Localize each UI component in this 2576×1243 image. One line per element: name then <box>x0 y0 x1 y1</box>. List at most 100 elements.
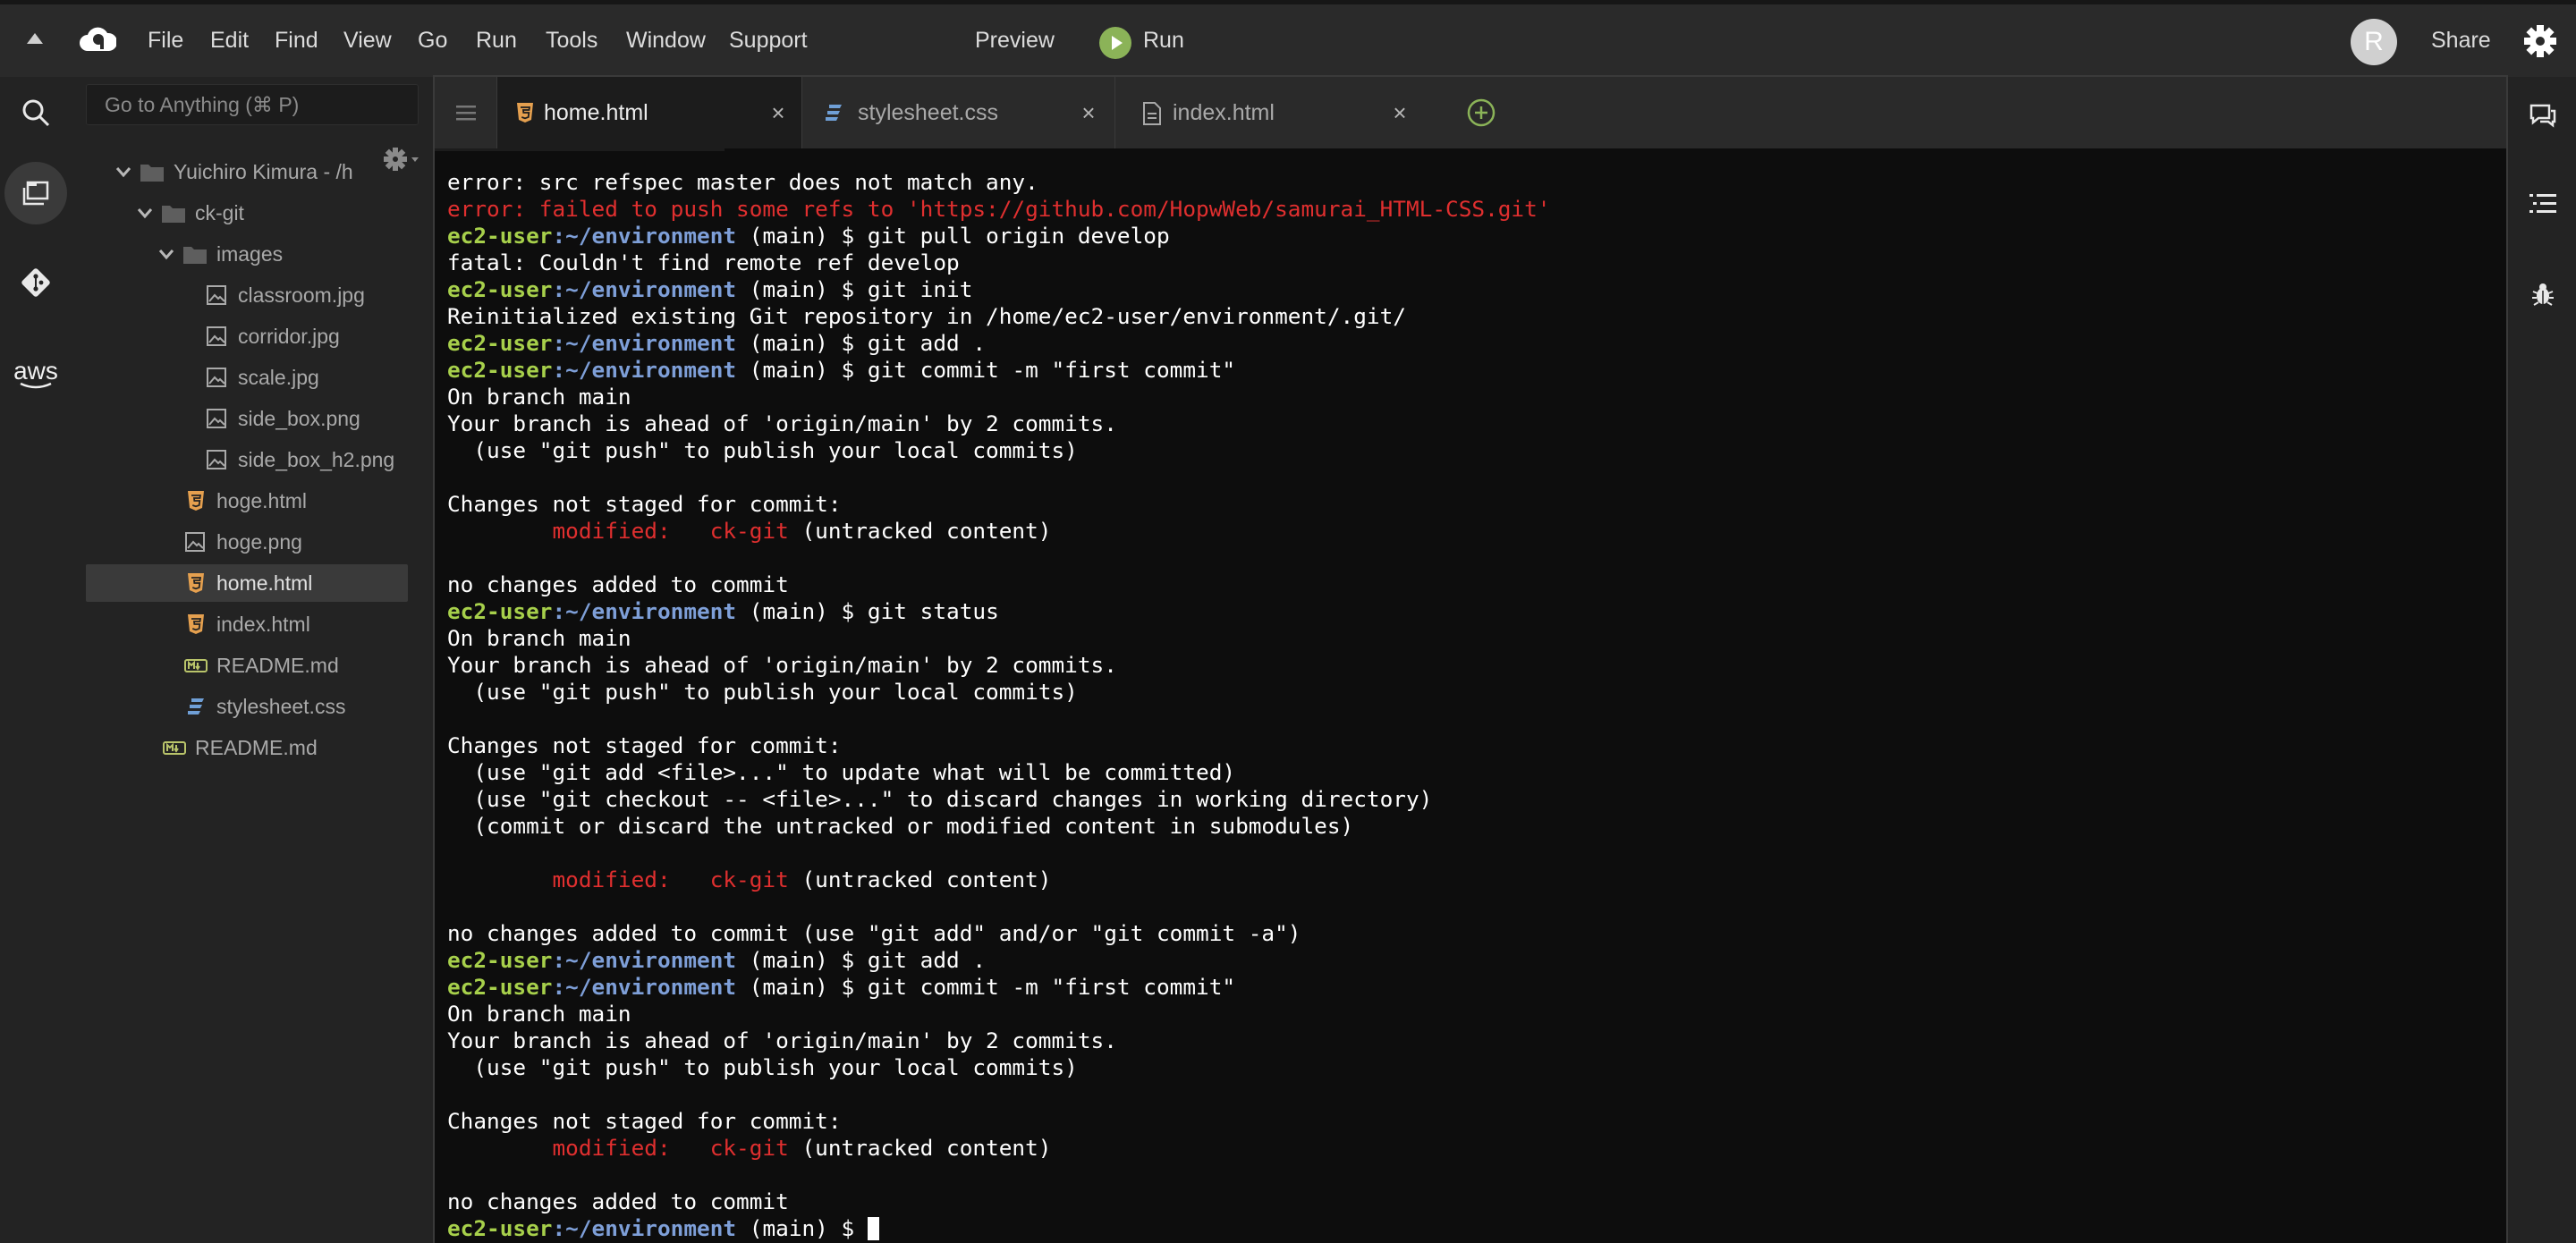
tab-stylesheet-css[interactable]: stylesheet.css × <box>801 77 1115 148</box>
file-icon <box>1142 102 1162 130</box>
source-control-icon[interactable] <box>0 247 72 318</box>
cloud9-logo-icon[interactable] <box>79 24 118 59</box>
terminal-line: fatal: Couldn't find remote ref develop <box>447 249 2496 276</box>
tree-item-corridor-jpg[interactable]: corridor.jpg <box>86 317 408 355</box>
prompt-command: (main) $ git commit -m "first commit" <box>736 974 1236 1000</box>
tree-item-label: scale.jpg <box>238 366 319 389</box>
prompt-command: (main) $ git commit -m "first commit" <box>736 357 1236 383</box>
tree-item-hoge-html[interactable]: hoge.html <box>86 482 408 520</box>
terminal-line: ec2-user:~/environment (main) $ git pull… <box>447 223 2496 249</box>
tree-item-hoge-png[interactable]: hoge.png <box>86 523 408 561</box>
menu-find[interactable]: Find <box>275 4 318 77</box>
tab-menu-icon[interactable] <box>435 77 497 148</box>
prompt-user: ec2-user <box>447 974 553 1000</box>
tree-item-label: README.md <box>216 654 339 677</box>
run-button[interactable]: Run <box>1143 4 1184 77</box>
editor-pane: home.html × stylesheet.css × index.html … <box>433 75 2508 1243</box>
terminal-line: ec2-user:~/environment (main) $ git comm… <box>447 357 2496 384</box>
terminal-line: ec2-user:~/environment (main) $ git add … <box>447 330 2496 357</box>
tree-item-scale-jpg[interactable]: scale.jpg <box>86 359 408 396</box>
tree-item-label: side_box_h2.png <box>238 448 395 471</box>
output-text: On branch main <box>447 625 631 651</box>
html-file-icon <box>186 572 208 594</box>
terminal-cursor <box>867 1217 879 1240</box>
terminal-line: (use "git add <file>..." to update what … <box>447 759 2496 786</box>
tree-item-label: stylesheet.css <box>216 695 346 718</box>
tree-item-label: images <box>216 242 284 266</box>
run-play-icon[interactable] <box>1098 26 1132 64</box>
menu-go[interactable]: Go <box>418 4 447 77</box>
aws-icon[interactable]: aws <box>0 339 72 410</box>
output-text: Your branch is ahead of 'origin/main' by… <box>447 652 1117 678</box>
tree-item-label: classroom.jpg <box>238 283 365 307</box>
tree-item-side-box-png[interactable]: side_box.png <box>86 400 408 437</box>
output-text: Your branch is ahead of 'origin/main' by… <box>447 410 1117 436</box>
tree-item-index-html[interactable]: index.html <box>86 605 408 643</box>
image-file-icon <box>206 284 227 306</box>
tree-item-label: ck-git <box>195 201 244 224</box>
prompt-path: :~/environment <box>552 330 737 356</box>
menu-support[interactable]: Support <box>729 4 808 77</box>
avatar[interactable]: R <box>2351 19 2397 65</box>
output-text: On branch main <box>447 384 631 410</box>
tree-item-readme-md[interactable]: README.md <box>86 647 408 684</box>
terminal-line: error: failed to push some refs to 'http… <box>447 196 2496 223</box>
prompt-command: (main) $ git add . <box>736 947 987 973</box>
chevron-down-icon[interactable] <box>134 202 156 224</box>
close-icon[interactable]: × <box>1076 100 1101 125</box>
add-tab-icon[interactable] <box>1467 98 1496 131</box>
chevron-down-icon[interactable] <box>113 161 134 182</box>
debugger-bug-icon[interactable] <box>2531 281 2555 312</box>
goto-anything-input[interactable]: Go to Anything (⌘ P) <box>86 84 419 125</box>
image-file-icon <box>206 408 227 429</box>
output-text: (commit or discard the untracked or modi… <box>447 813 1354 839</box>
tree-root[interactable]: Yuichiro Kimura - /hc <box>86 153 408 190</box>
outline-icon[interactable] <box>2529 191 2556 221</box>
terminal-line: Your branch is ahead of 'origin/main' by… <box>447 1027 2496 1054</box>
folder-icon <box>161 202 185 224</box>
prompt-path: :~/environment <box>552 598 737 624</box>
tab-index-html[interactable]: index.html × <box>1114 77 1428 148</box>
folder-icon <box>140 161 164 182</box>
menu-tools[interactable]: Tools <box>546 4 597 77</box>
menu-run[interactable]: Run <box>476 4 517 77</box>
tree-item-ck-git[interactable]: ck-git <box>86 194 408 232</box>
prompt-path: :~/environment <box>552 947 737 973</box>
tree-item-home-html[interactable]: home.html <box>86 564 408 602</box>
tree-item-stylesheet-css[interactable]: stylesheet.css <box>86 688 408 725</box>
menubar: File Edit Find View Go Run Tools Window … <box>0 0 2576 77</box>
tree-item-label: hoge.png <box>216 530 302 554</box>
prompt-path: :~/environment <box>552 223 737 249</box>
close-icon[interactable]: × <box>1387 100 1412 125</box>
share-button[interactable]: Share <box>2431 4 2491 77</box>
preview-button[interactable]: Preview <box>975 4 1055 77</box>
prompt-command: (main) $ git init <box>736 276 973 302</box>
menu-view[interactable]: View <box>343 4 392 77</box>
tree-settings-gear-icon[interactable] <box>381 145 420 178</box>
menu-file[interactable]: File <box>148 4 183 77</box>
terminal-line: On branch main <box>447 1001 2496 1027</box>
terminal-line: ec2-user:~/environment (main) $ git init <box>447 276 2496 303</box>
image-file-icon <box>184 531 206 553</box>
terminal-line: On branch main <box>447 384 2496 410</box>
tree-item-classroom-jpg[interactable]: classroom.jpg <box>86 276 408 314</box>
menu-window[interactable]: Window <box>626 4 706 77</box>
gear-icon[interactable] <box>2522 23 2558 63</box>
tree-item-images[interactable]: images <box>86 235 408 273</box>
terminal-output[interactable]: error: src refspec master does not match… <box>447 169 2496 1242</box>
chevron-down-icon[interactable] <box>156 243 177 265</box>
search-icon[interactable] <box>0 77 72 148</box>
tree-item-readme-md-root[interactable]: README.md <box>86 729 408 766</box>
html-file-icon <box>186 490 208 512</box>
tree-item-side-box-h2-png[interactable]: side_box_h2.png <box>86 441 408 478</box>
prompt-command: (main) $ <box>736 1215 868 1241</box>
output-text: Changes not staged for commit: <box>447 491 842 517</box>
terminal-line: ec2-user:~/environment (main) $ git stat… <box>447 598 2496 625</box>
tab-home-html[interactable]: home.html × <box>497 77 801 148</box>
output-text: (untracked content) <box>788 867 1052 892</box>
menu-edit[interactable]: Edit <box>210 4 249 77</box>
close-icon[interactable]: × <box>766 100 791 125</box>
collaborate-icon[interactable] <box>2528 102 2558 133</box>
collapse-up-icon[interactable] <box>25 30 45 52</box>
files-icon[interactable] <box>0 157 72 229</box>
